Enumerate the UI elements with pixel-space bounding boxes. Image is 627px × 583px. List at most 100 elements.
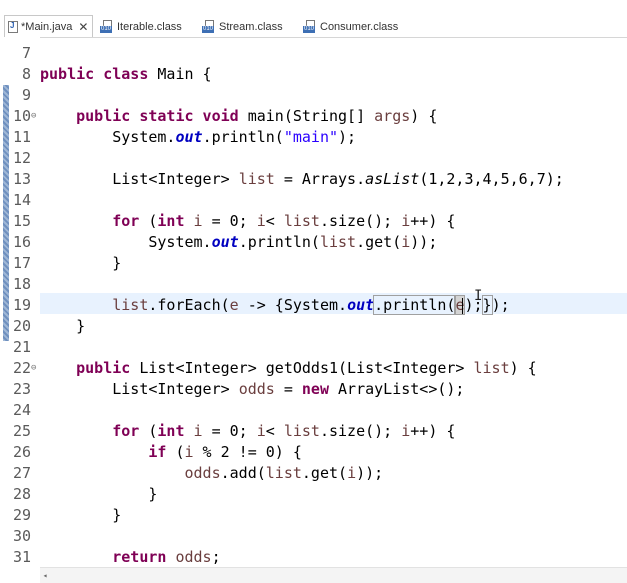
code-line-13: List<Integer> list = Arrays.asList(1,2,3… <box>40 169 564 190</box>
line-number: 15 <box>12 212 31 230</box>
line-number: 22 <box>12 359 31 377</box>
line-number: 29 <box>12 506 31 524</box>
variable: list <box>112 296 149 314</box>
code-line-31: return odds; <box>40 547 221 568</box>
code-text: ); <box>338 128 357 146</box>
code-text: ArrayList<>(); <box>329 380 465 398</box>
code-text: = 0; <box>202 422 257 440</box>
code-text: ( <box>139 212 158 230</box>
code-text: )); <box>356 464 384 482</box>
code-line-20: } <box>40 316 85 337</box>
variable: i <box>256 212 266 230</box>
line-number: 25 <box>12 422 31 440</box>
code-text: List<Integer> getOdds1(List<Integer> <box>130 359 474 377</box>
tab-iterable-class[interactable]: 010 Iterable.class <box>100 17 182 36</box>
keyword: int <box>157 212 185 230</box>
code-line-11: System.out.println("main"); <box>40 127 356 148</box>
variable: list <box>283 212 320 230</box>
code-text: ( <box>166 443 185 461</box>
code-text: } <box>76 317 86 335</box>
variable: i <box>184 443 194 461</box>
class-file-icon: 010 <box>100 20 113 33</box>
line-number: 14 <box>12 191 31 209</box>
static-field: out <box>175 128 203 146</box>
horizontal-scrollbar[interactable]: ◂ <box>40 567 627 583</box>
text-caret <box>462 298 463 314</box>
code-text: .get( <box>356 233 402 251</box>
variable: odds <box>184 464 221 482</box>
keyword: for <box>112 212 140 230</box>
line-number: 28 <box>12 485 31 503</box>
code-line-28: } <box>40 484 157 505</box>
keyword: for <box>112 422 140 440</box>
fold-collapse-icon[interactable]: ⊖ <box>31 106 40 127</box>
code-line-29: } <box>40 505 121 526</box>
code-line-17: } <box>40 253 121 274</box>
code-line-27: odds.add(list.get(i)); <box>40 463 384 484</box>
text-cursor-icon: I <box>474 288 483 304</box>
tab-label: Stream.class <box>219 20 283 33</box>
variable: list <box>473 359 510 377</box>
variable: i <box>193 212 203 230</box>
line-number: 30 <box>12 527 31 545</box>
tab-main-java[interactable]: *Main.java ✕ <box>4 15 94 37</box>
variable: i <box>401 212 411 230</box>
static-method: asList <box>365 170 420 188</box>
scroll-left-icon[interactable]: ◂ <box>40 571 50 581</box>
code-text: (1,2,3,4,5,6,7); <box>419 170 564 188</box>
code-line-23: List<Integer> odds = new ArrayList<>(); <box>40 379 464 400</box>
class-file-icon: 010 <box>303 20 316 33</box>
code-text: System. <box>112 128 176 146</box>
code-editor[interactable]: public class Main { public static void m… <box>40 37 627 567</box>
variable: i <box>401 422 411 440</box>
code-text: = <box>274 380 302 398</box>
code-line-22: public List<Integer> getOdds1(List<Integ… <box>40 358 537 379</box>
tab-label: Consumer.class <box>320 20 399 33</box>
variable: odds <box>175 548 212 566</box>
code-text: ++) { <box>410 422 456 440</box>
code-line-26: if (i % 2 != 0) { <box>40 442 302 463</box>
code-text: = Arrays. <box>274 170 366 188</box>
line-number: 8 <box>21 65 31 83</box>
tab-consumer-class[interactable]: 010 Consumer.class <box>303 17 398 36</box>
matching-bracket-box: .println( <box>373 295 457 315</box>
variable: odds <box>238 380 275 398</box>
line-number: 11 <box>12 128 31 146</box>
code-text: } <box>148 485 158 503</box>
tab-stream-class[interactable]: 010 Stream.class <box>202 17 283 36</box>
code-text: List<Integer> <box>112 170 239 188</box>
keyword: public <box>76 359 131 377</box>
variable: args <box>374 107 411 125</box>
code-line-8: public class Main { <box>40 64 212 85</box>
code-text: ; <box>211 548 221 566</box>
class-file-icon: 010 <box>202 20 215 33</box>
keyword: new <box>301 380 329 398</box>
line-number: 12 <box>12 149 31 167</box>
close-icon[interactable]: ✕ <box>78 20 88 34</box>
matching-brace-box: } <box>481 295 493 315</box>
line-number: 19 <box>12 296 31 314</box>
code-text: = 0; <box>202 212 257 230</box>
code-text: < <box>265 212 284 230</box>
line-number: 7 <box>21 44 31 62</box>
variable: i <box>193 422 203 440</box>
java-file-icon <box>8 20 18 33</box>
line-number-gutter[interactable]: 7 8 9 10 11 12 13 14 15 16 17 18 19 20 2… <box>0 37 40 582</box>
code-text: System. <box>148 233 212 251</box>
code-text: ); <box>491 296 510 314</box>
code-text: < <box>265 422 284 440</box>
code-text: )); <box>410 233 438 251</box>
line-number: 17 <box>12 254 31 272</box>
code-text: main(String[] <box>238 107 375 125</box>
variable: i <box>256 422 266 440</box>
tab-label: Iterable.class <box>117 20 182 33</box>
fold-collapse-icon[interactable]: ⊖ <box>31 358 40 379</box>
keyword: if <box>148 443 167 461</box>
line-number: 16 <box>12 233 31 251</box>
code-text: .size(); <box>319 212 402 230</box>
variable: e <box>229 296 239 314</box>
tab-label: *Main.java <box>21 20 73 33</box>
line-number: 9 <box>21 86 31 104</box>
